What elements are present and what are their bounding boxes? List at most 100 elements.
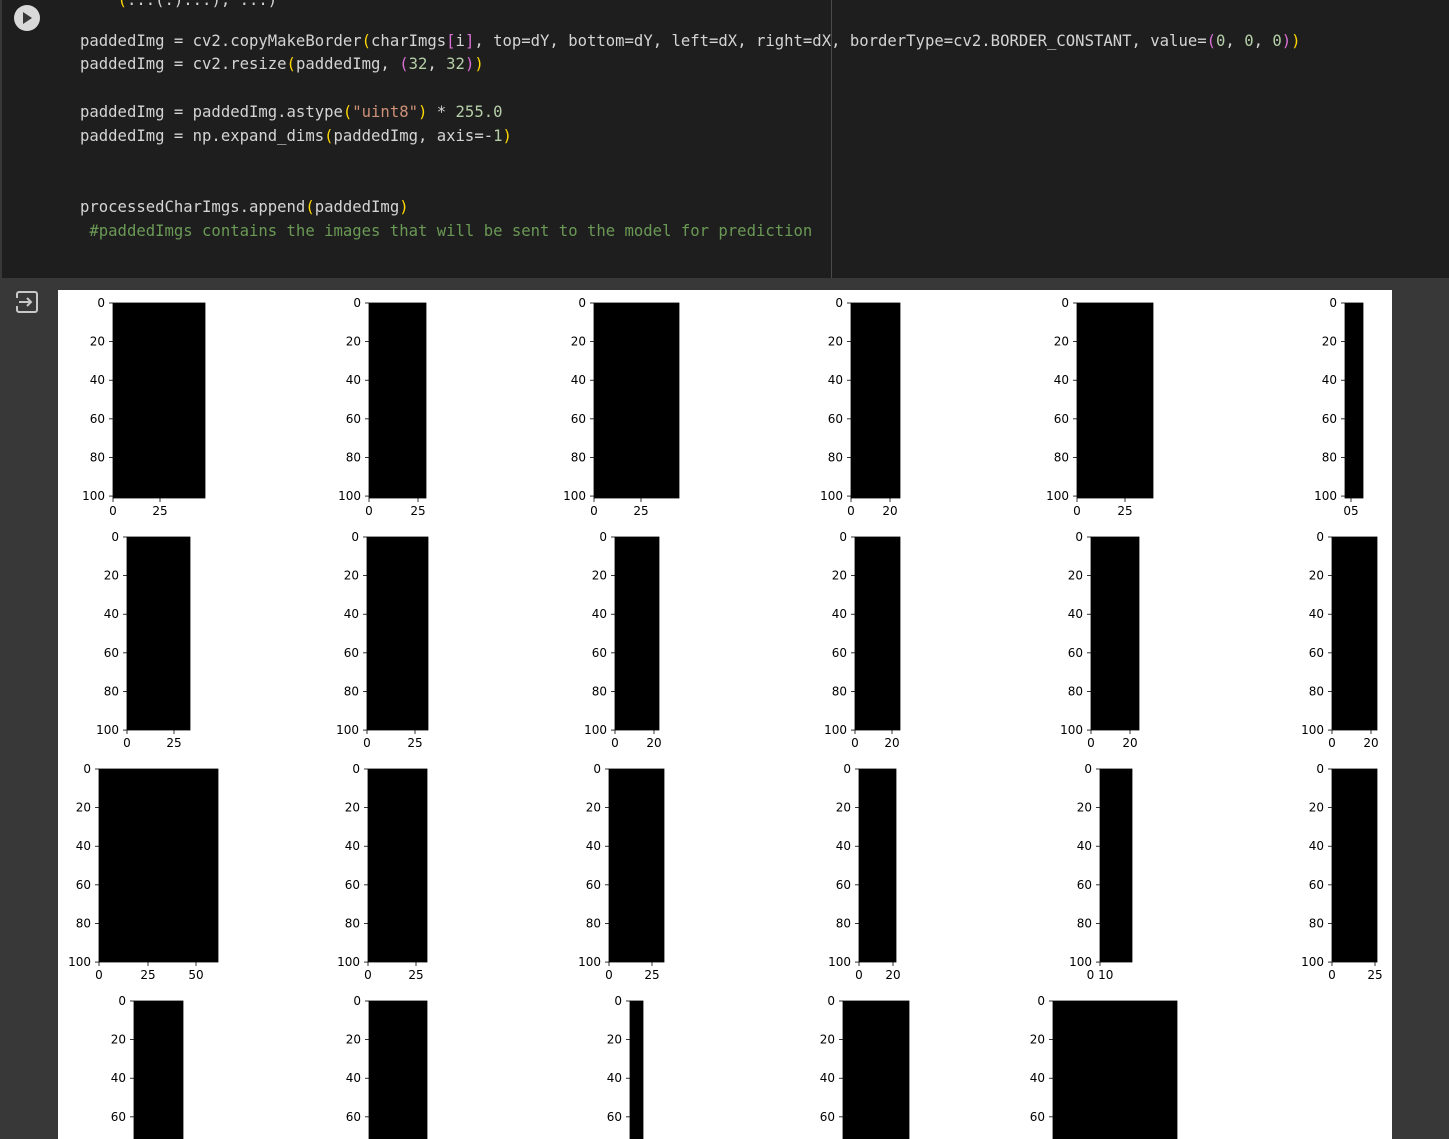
code-token: ( [361, 32, 372, 50]
code-token: "uint8" [352, 103, 418, 121]
image-area [615, 537, 659, 730]
x-tick-label: 25 [407, 736, 422, 750]
image-area [1345, 303, 1363, 498]
y-tick-label: 40 [346, 373, 361, 387]
code-editor[interactable]: (...(.)...), ...) paddedImg = cv2.copyMak… [2, 0, 1449, 278]
x-tick-label: 0 [95, 968, 103, 982]
code-token: ( [324, 127, 334, 145]
y-tick-label: 40 [76, 839, 91, 853]
x-tick-label: 20 [1122, 736, 1137, 750]
image-area [630, 1001, 643, 1139]
x-tick-label: 25 [152, 504, 167, 518]
y-tick-label: 80 [344, 684, 359, 698]
code-line: paddedImg = cv2.resize(paddedImg, (32, 3… [80, 54, 484, 74]
y-tick-label: 40 [1309, 607, 1324, 621]
y-tick-label: 60 [592, 646, 607, 660]
y-tick-label: 80 [345, 916, 360, 930]
y-tick-label: 100 [1301, 955, 1324, 969]
code-token: ) [1281, 32, 1292, 50]
y-tick-label: 80 [1309, 916, 1324, 930]
y-tick-label: 80 [346, 450, 361, 464]
y-tick-label: 60 [104, 646, 119, 660]
code-token: 255.0 [455, 103, 503, 121]
y-tick-label: 20 [1322, 335, 1337, 349]
y-tick-label: 80 [571, 450, 586, 464]
y-tick-label: 100 [1069, 955, 1092, 969]
y-tick-label: 100 [1301, 723, 1324, 737]
run-cell-button[interactable] [14, 5, 40, 31]
y-tick-label: 40 [592, 607, 607, 621]
y-tick-label: 20 [346, 335, 361, 349]
y-tick-label: 20 [76, 801, 91, 815]
y-tick-label: 20 [90, 335, 105, 349]
y-tick-label: 40 [586, 839, 601, 853]
x-tick-label: 25 [633, 504, 648, 518]
code-token: ) [464, 55, 475, 73]
image-area [1091, 537, 1139, 730]
code-token: 1 [493, 127, 503, 145]
subplot-2: 0 20 40 60 80 100 0 25 [338, 296, 427, 518]
y-tick-label: 40 [820, 1071, 835, 1085]
x-tick-label: 25 [410, 504, 425, 518]
y-tick-label: 60 [1030, 1110, 1045, 1124]
code-line: paddedImg = paddedImg.astype("uint8") * … [80, 102, 503, 122]
output-exit-icon[interactable] [14, 289, 40, 315]
subplot-13: 0 20 40 60 80 100 0 25 50 [68, 762, 219, 982]
y-tick-label: 0 [97, 296, 105, 310]
code-token: ) [1291, 32, 1301, 50]
y-tick-label: 60 [111, 1110, 126, 1124]
x-tick-label: 0 [1073, 504, 1081, 518]
y-tick-label: 60 [836, 878, 851, 892]
image-area [843, 1001, 909, 1139]
code-token: 32 [446, 55, 465, 73]
image-area [1100, 769, 1132, 962]
y-tick-label: 80 [1068, 684, 1083, 698]
y-tick-label: 40 [345, 839, 360, 853]
image-area [1077, 303, 1153, 498]
y-tick-label: 100 [1046, 489, 1069, 503]
code-token: 32 [408, 55, 428, 73]
y-tick-label: 80 [592, 684, 607, 698]
y-tick-label: 60 [1054, 412, 1069, 426]
subplot-7: 0 20 40 60 80 100 0 25 [96, 530, 191, 750]
x-tick-label: 20 [884, 736, 899, 750]
code-token: ] [464, 32, 475, 50]
x-tick-label: 0 [109, 504, 117, 518]
x-tick-label: 0 [855, 968, 863, 982]
y-tick-label: 20 [607, 1033, 622, 1047]
image-area [594, 303, 679, 498]
y-tick-label: 80 [1054, 450, 1069, 464]
y-tick-label: 0 [835, 296, 843, 310]
code-token: paddedImg, axis=- [333, 127, 494, 145]
y-tick-label: 80 [828, 450, 843, 464]
y-tick-label: 100 [82, 489, 105, 503]
code-cell: (...(.)...), ...) paddedImg = cv2.copyMak… [0, 0, 1449, 280]
y-tick-label: 0 [839, 530, 847, 544]
x-tick-label: 0 [847, 504, 855, 518]
y-tick-label: 80 [1077, 916, 1092, 930]
x-tick-label: 20 [885, 968, 900, 982]
y-tick-label: 60 [346, 1110, 361, 1124]
code-token: ( [286, 55, 296, 73]
y-tick-label: 20 [592, 569, 607, 583]
y-tick-label: 0 [1084, 762, 1092, 776]
x-tick-label: 0 [605, 968, 613, 982]
y-tick-label: 40 [832, 607, 847, 621]
image-area [113, 303, 205, 498]
code-line: #paddedImgs contains the images that wil… [80, 221, 812, 241]
y-tick-label: 40 [1054, 373, 1069, 387]
x-tick-label: 25 [140, 968, 155, 982]
code-token: i [455, 32, 465, 50]
x-tick-label: 20 [1363, 736, 1378, 750]
subplot-15: 0 20 40 60 80 100 0 25 [578, 762, 665, 982]
x-tick-label: 0 [1328, 736, 1336, 750]
y-tick-label: 0 [827, 994, 835, 1008]
y-tick-label: 20 [346, 1033, 361, 1047]
x-tick-label: 20 [646, 736, 661, 750]
x-tick-label: 25 [1117, 504, 1132, 518]
code-token: , [1225, 32, 1245, 50]
y-tick-label: 0 [118, 994, 126, 1008]
y-tick-label: 40 [104, 607, 119, 621]
x-tick-label: 25 [1367, 968, 1382, 982]
